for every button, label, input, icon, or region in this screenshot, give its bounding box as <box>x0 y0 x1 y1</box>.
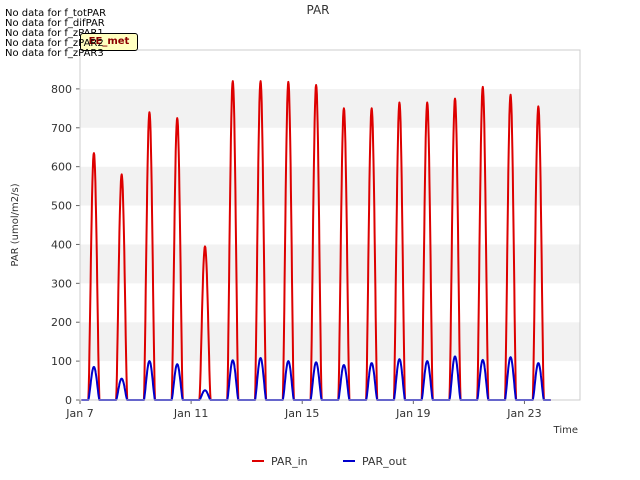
chart-title: PAR <box>306 3 329 17</box>
legend: PAR_in PAR_out <box>252 455 407 468</box>
x-tick-label: Jan 15 <box>284 407 319 420</box>
x-tick-label: Jan 11 <box>173 407 208 420</box>
grid-band <box>80 50 580 89</box>
y-tick-label: 700 <box>51 122 72 135</box>
grid-band <box>80 127 580 167</box>
grid-band <box>80 166 580 206</box>
no-data-message: No data for f_zPAR3 <box>5 48 104 59</box>
legend-label: PAR_in <box>271 455 308 468</box>
x-tick-label: Jan 7 <box>65 407 93 420</box>
y-tick-label: 800 <box>51 83 72 96</box>
grid-band <box>80 283 580 323</box>
y-axis-label: PAR (umol/m2/s) <box>10 183 21 266</box>
x-tick-label: Jan 23 <box>506 407 541 420</box>
y-tick-label: 100 <box>51 355 72 368</box>
y-axis: 0 100 200 300 400 500 600 700 800 <box>51 83 80 407</box>
grid-band <box>80 244 580 284</box>
x-axis: Jan 7 Jan 11 Jan 15 Jan 19 Jan 23 <box>65 400 542 420</box>
x-axis-label: Time <box>553 425 578 436</box>
legend-label: PAR_out <box>362 455 407 468</box>
y-tick-label: 400 <box>51 238 72 251</box>
y-tick-label: 300 <box>51 277 72 290</box>
y-tick-label: 500 <box>51 200 72 213</box>
y-tick-label: 0 <box>65 394 72 407</box>
y-tick-label: 600 <box>51 161 72 174</box>
x-tick-label: Jan 19 <box>395 407 430 420</box>
y-tick-label: 200 <box>51 316 72 329</box>
par-chart: 0100200300400500600700800 Jan 7 Jan 11 Jan… <box>10 3 581 468</box>
grid-band <box>80 88 580 128</box>
grid-band <box>80 205 580 245</box>
